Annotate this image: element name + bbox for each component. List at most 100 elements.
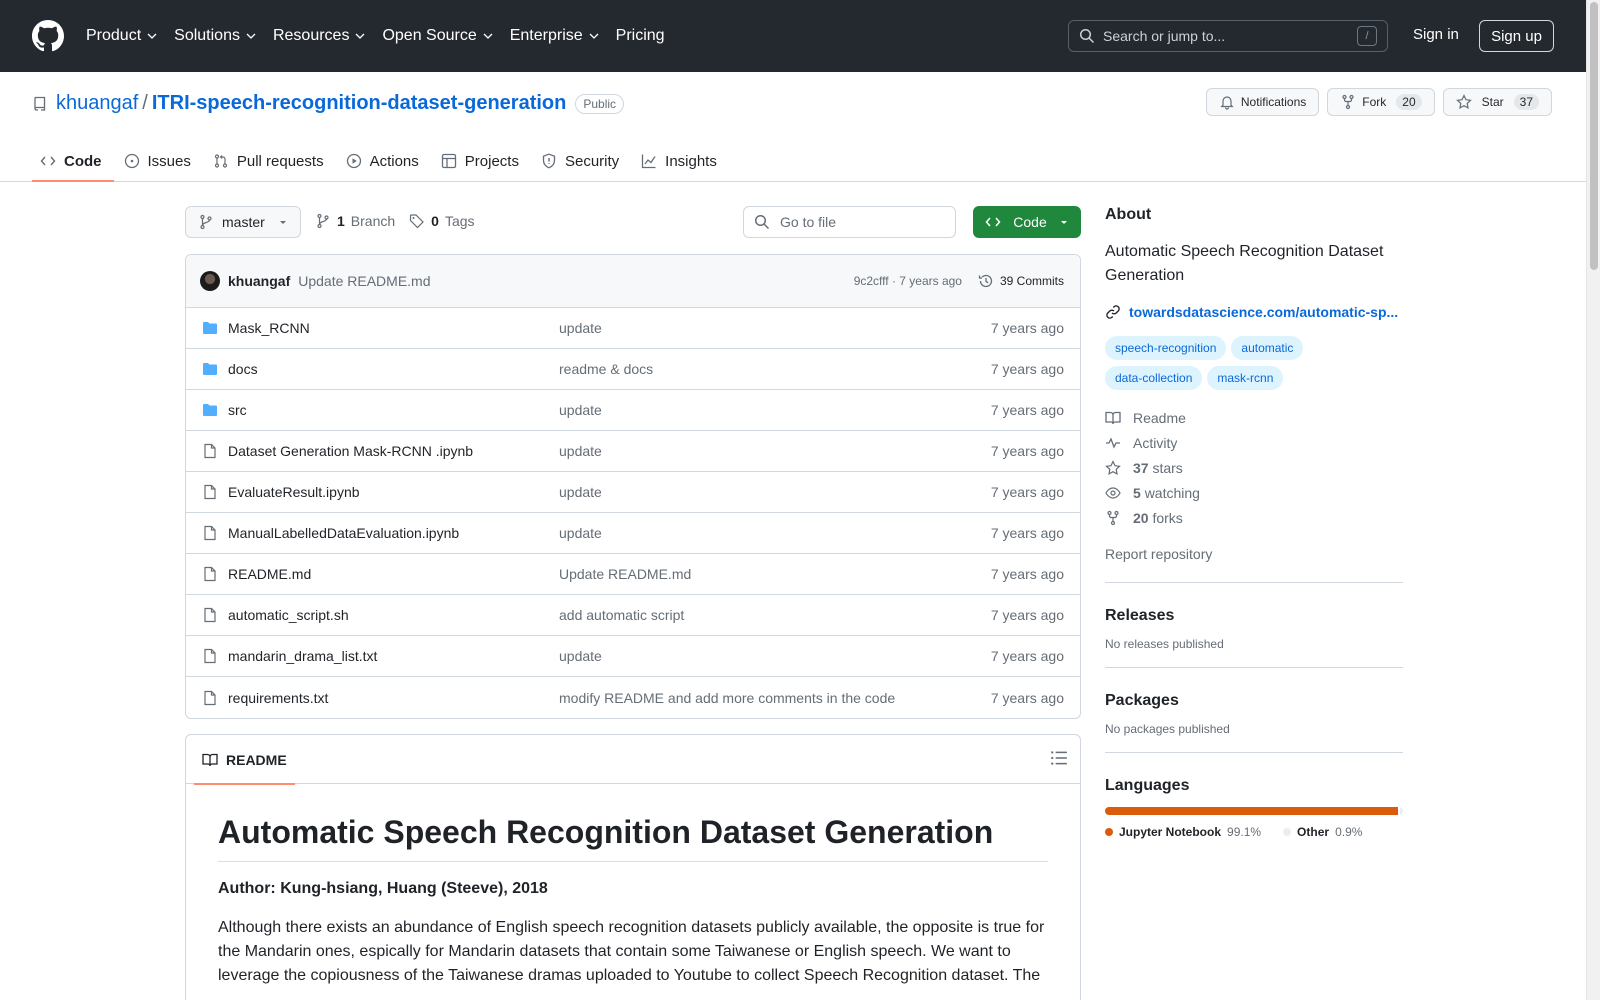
nav-label: Resources	[272, 27, 350, 44]
nav-pricing[interactable]: Pricing	[616, 27, 665, 45]
file-row[interactable]: docs readme & docs 7 years ago	[186, 349, 1080, 390]
file-name-link[interactable]: requirements.txt	[228, 690, 559, 706]
fork-button[interactable]: Fork 20	[1327, 88, 1435, 116]
star-button[interactable]: Star 37	[1442, 88, 1552, 116]
readme-tab[interactable]: README	[194, 735, 295, 785]
nav-open-source[interactable]: Open Source	[382, 27, 493, 45]
activity-link[interactable]: Activity	[1105, 435, 1403, 451]
chevron-down-icon	[246, 33, 256, 39]
readme-content: Automatic Speech Recognition Dataset Gen…	[186, 784, 1080, 988]
readme-title: Automatic Speech Recognition Dataset Gen…	[218, 814, 1048, 862]
sign-in-link[interactable]: Sign in	[1413, 26, 1459, 43]
file-name-link[interactable]: automatic_script.sh	[228, 607, 559, 623]
github-logo-icon[interactable]	[32, 20, 64, 52]
topic-tag[interactable]: mask-rcnn	[1207, 366, 1284, 390]
repo-owner-link[interactable]: khuangaf	[56, 92, 138, 115]
file-commit-time: 7 years ago	[990, 484, 1064, 500]
language-name: Other	[1297, 825, 1330, 839]
scrollbar-thumb[interactable]	[1590, 2, 1598, 270]
stars-link[interactable]: 37 stars	[1105, 460, 1403, 476]
nav-product[interactable]: Product	[86, 27, 157, 45]
repo-header: khuangaf / ITRI-speech-recognition-datas…	[0, 72, 1586, 182]
star-icon	[1455, 94, 1472, 110]
file-commit-message-link[interactable]: update	[559, 402, 991, 418]
file-commit-message-link[interactable]: update	[559, 648, 991, 664]
topic-tag[interactable]: automatic	[1231, 336, 1304, 360]
repo-name-link[interactable]: ITRI-speech-recognition-dataset-generati…	[152, 92, 567, 115]
file-browser: khuangaf Update README.md 9c2cfff · 7 ye…	[185, 254, 1081, 719]
tab-pull-requests[interactable]: Pull requests	[205, 140, 336, 182]
repo-icon	[34, 96, 46, 111]
notifications-button[interactable]: Notifications	[1205, 88, 1320, 116]
file-name-link[interactable]: Mask_RCNN	[228, 320, 559, 336]
tab-code[interactable]: Code	[32, 140, 114, 182]
tab-insights[interactable]: Insights	[633, 140, 729, 182]
file-name-link[interactable]: src	[228, 402, 559, 418]
topic-tag[interactable]: speech-recognition	[1105, 336, 1227, 360]
table-of-contents-icon[interactable]	[1050, 749, 1068, 767]
file-row[interactable]: README.md Update README.md 7 years ago	[186, 554, 1080, 595]
file-name-link[interactable]: Dataset Generation Mask-RCNN .ipynb	[228, 443, 559, 459]
readme-header: README	[186, 735, 1080, 785]
file-row[interactable]: Dataset Generation Mask-RCNN .ipynb updat…	[186, 431, 1080, 472]
file-commit-time: 7 years ago	[990, 566, 1064, 582]
commit-author-link[interactable]: khuangaf	[228, 273, 290, 289]
nav-label: Pricing	[615, 27, 665, 44]
readme-author-line: Author: Kung-hsiang, Huang (Steeve), 201…	[218, 880, 548, 897]
file-commit-message-link[interactable]: update	[559, 320, 991, 336]
report-repository-link[interactable]: Report repository	[1105, 546, 1403, 562]
tab-security[interactable]: Security	[533, 140, 631, 182]
file-name-link[interactable]: mandarin_drama_list.txt	[228, 648, 559, 664]
file-row[interactable]: Mask_RCNN update 7 years ago	[186, 308, 1080, 349]
watchers-link[interactable]: 5 watching	[1105, 485, 1403, 501]
tags-link[interactable]: 0 Tags	[409, 213, 475, 229]
file-name-link[interactable]: docs	[228, 361, 559, 377]
folder-icon	[203, 363, 217, 375]
file-commit-message-link[interactable]: modify README and add more comments in t…	[559, 690, 991, 706]
tab-projects[interactable]: Projects	[433, 140, 531, 182]
sign-up-button[interactable]: Sign up	[1479, 20, 1554, 52]
file-row[interactable]: mandarin_drama_list.txt update 7 years ago	[186, 636, 1080, 677]
packages-section: Packages No packages published	[1105, 667, 1403, 752]
topic-tag[interactable]: data-collection	[1105, 366, 1203, 390]
language-legend-item[interactable]: Other 0.9%	[1283, 825, 1362, 839]
branches-link[interactable]: 1 Branch	[315, 213, 395, 229]
nav-resources[interactable]: Resources	[273, 27, 365, 45]
packages-heading[interactable]: Packages	[1105, 692, 1403, 710]
homepage-link[interactable]: towardsdatascience.com/automatic-sp...	[1105, 304, 1403, 320]
avatar[interactable]	[200, 271, 220, 291]
file-type-icon	[202, 320, 218, 336]
branch-select-button[interactable]: master	[185, 206, 301, 238]
releases-heading[interactable]: Releases	[1105, 607, 1403, 625]
tag-count: 0	[431, 213, 439, 229]
file-commit-message-link[interactable]: update	[559, 525, 991, 541]
go-to-file-input[interactable]: Go to file	[743, 206, 956, 238]
tab-actions[interactable]: Actions	[338, 140, 431, 182]
commit-message-link[interactable]: Update README.md	[298, 273, 853, 289]
forks-link[interactable]: 20 forks	[1105, 510, 1403, 526]
file-row[interactable]: requirements.txt modify README and add mo…	[186, 677, 1080, 718]
file-name-link[interactable]: ManualLabelledDataEvaluation.ipynb	[228, 525, 559, 541]
global-search-input[interactable]: Search or jump to... /	[1068, 20, 1388, 52]
file-commit-message-link[interactable]: Update README.md	[559, 566, 991, 582]
repo-tabs: Code Issues Pull requests Actions Projec…	[32, 140, 731, 182]
file-name-link[interactable]: README.md	[228, 566, 559, 582]
file-row[interactable]: automatic_script.sh add automatic script 7…	[186, 595, 1080, 636]
file-commit-message-link[interactable]: add automatic script	[559, 607, 991, 623]
file-row[interactable]: ManualLabelledDataEvaluation.ipynb update…	[186, 513, 1080, 554]
nav-enterprise[interactable]: Enterprise	[510, 27, 599, 45]
nav-solutions[interactable]: Solutions	[174, 27, 256, 45]
file-commit-message-link[interactable]: update	[559, 443, 991, 459]
file-commit-message-link[interactable]: update	[559, 484, 991, 500]
readme-link[interactable]: Readme	[1105, 410, 1403, 426]
file-commit-message-link[interactable]: readme & docs	[559, 361, 991, 377]
commits-history-link[interactable]: 39 Commits	[978, 273, 1064, 289]
tab-issues[interactable]: Issues	[116, 140, 203, 182]
file-name-link[interactable]: EvaluateResult.ipynb	[228, 484, 559, 500]
language-legend-item[interactable]: Jupyter Notebook 99.1%	[1105, 825, 1261, 839]
file-row[interactable]: src update 7 years ago	[186, 390, 1080, 431]
code-dropdown-button[interactable]: Code	[973, 206, 1081, 238]
file-row[interactable]: EvaluateResult.ipynb update 7 years ago	[186, 472, 1080, 513]
page-scrollbar[interactable]	[1586, 0, 1600, 1000]
commit-meta[interactable]: 9c2cfff · 7 years ago	[854, 274, 962, 288]
